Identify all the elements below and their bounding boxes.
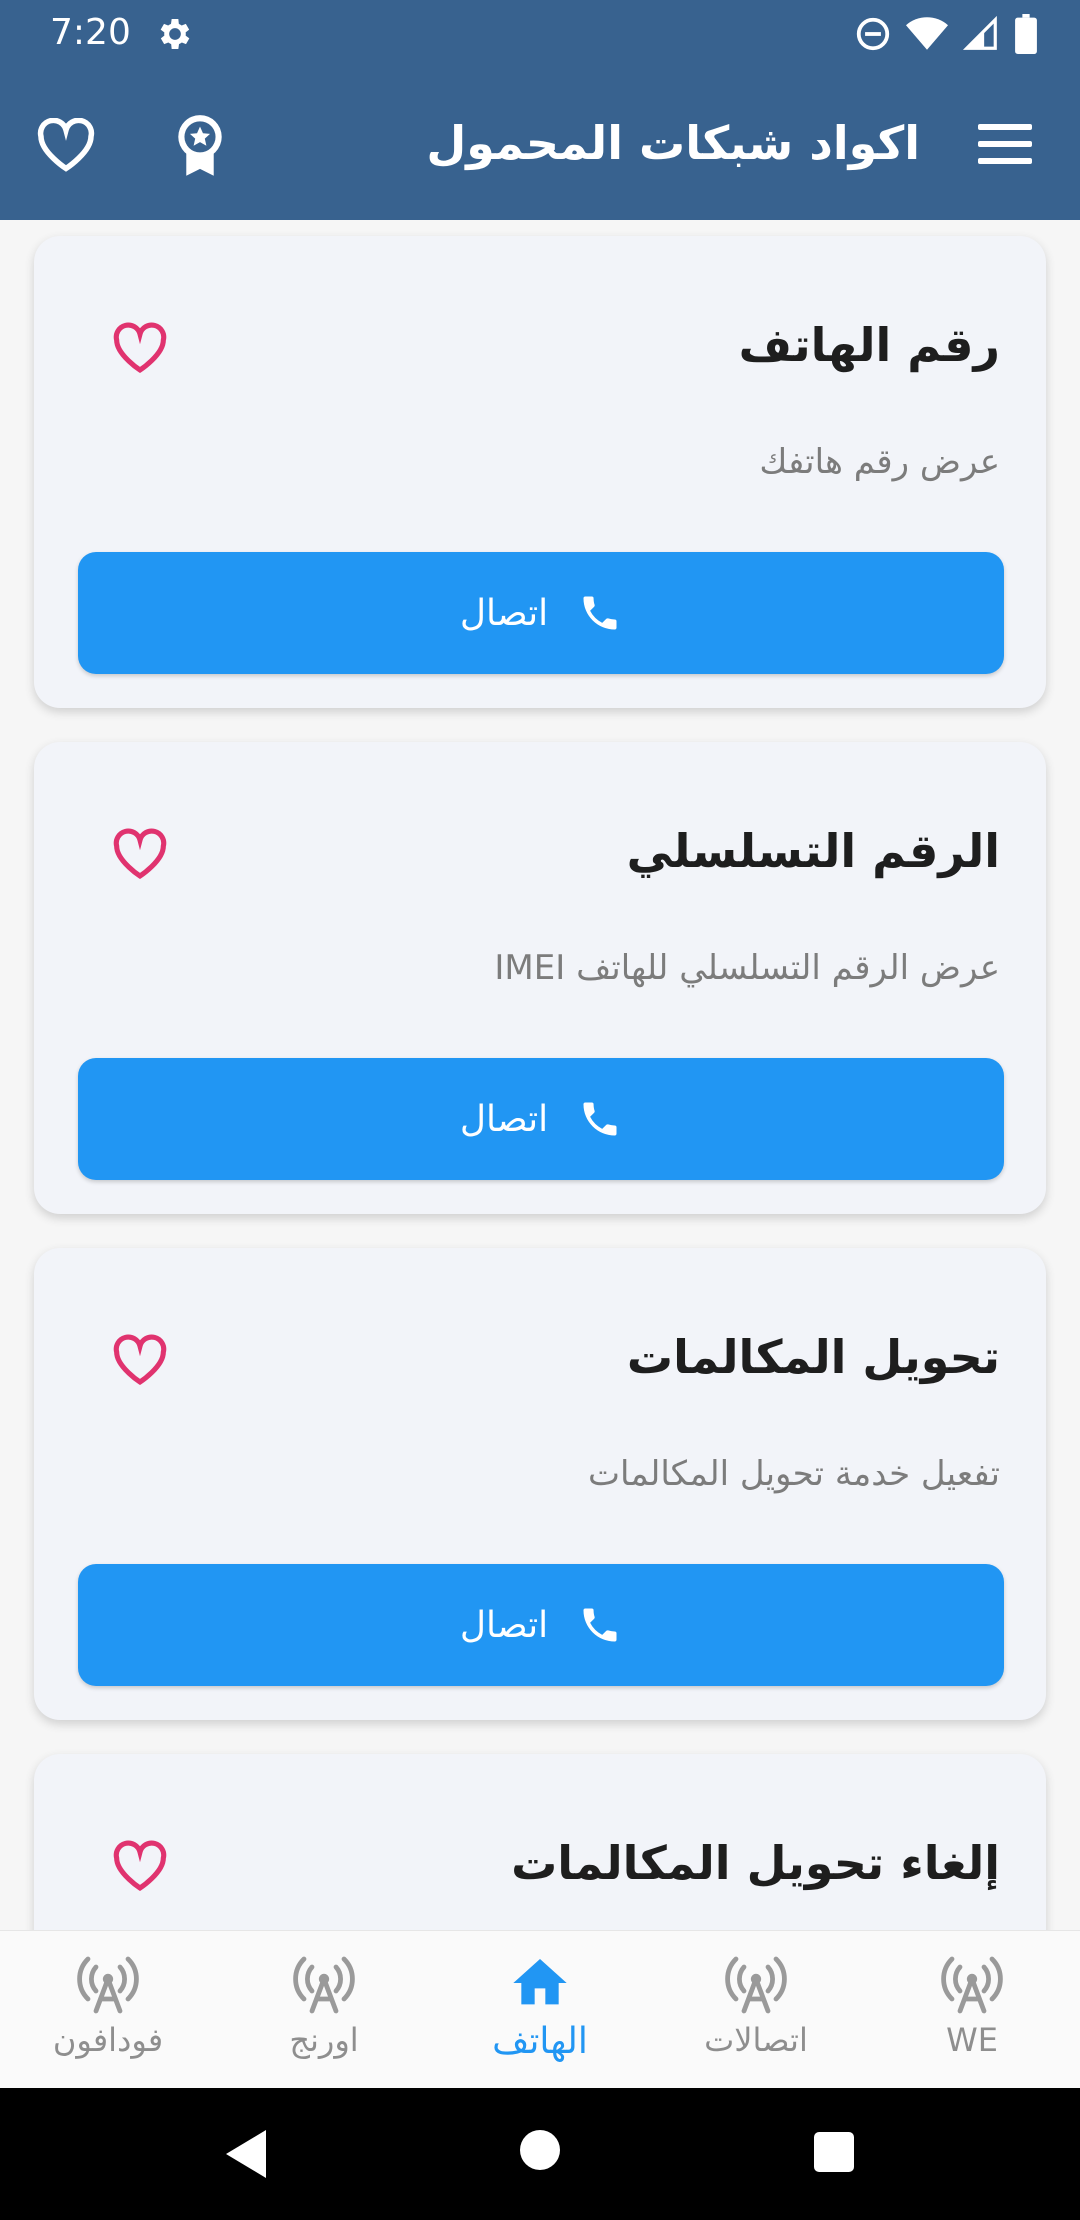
antenna-icon	[293, 1956, 355, 2014]
app-title: اكواد شبكات المحمول	[426, 116, 920, 170]
antenna-icon	[725, 1956, 787, 2014]
call-button-label: اتصال	[459, 592, 549, 634]
cell-signal-icon	[962, 15, 997, 50]
code-card: تحويل المكالمات تفعيل خدمة تحويل المكالم…	[34, 1248, 1046, 1720]
favorite-heart-icon[interactable]	[112, 1334, 168, 1388]
status-icons	[854, 14, 1038, 54]
codes-list[interactable]: رقم الهاتف عرض رقم هاتفك اتصال الرقم الت…	[0, 220, 1080, 1930]
do-not-disturb-icon	[856, 17, 890, 51]
system-navigation-bar	[0, 2088, 1080, 2220]
call-button-label: اتصال	[459, 1098, 549, 1140]
app-bar: اكواد شبكات المحمول	[0, 66, 1080, 220]
wifi-icon	[906, 17, 948, 50]
phone-icon	[583, 1102, 617, 1136]
phone-icon	[583, 596, 617, 630]
antenna-icon	[941, 1956, 1003, 2014]
bottom-navigation: فودافون اورنج الهاتف اتصالات WE	[0, 1930, 1080, 2088]
card-title: رقم الهاتف	[738, 318, 1000, 372]
status-bar: 7:20	[0, 0, 1080, 66]
settings-gear-icon	[160, 19, 190, 49]
nav-label: فودافون	[52, 2021, 164, 2059]
nav-item-we[interactable]: WE	[864, 1931, 1080, 2089]
nav-item-etisalat[interactable]: اتصالات	[648, 1931, 864, 2089]
nav-item-orange[interactable]: اورنج	[216, 1931, 432, 2089]
code-card: إلغاء تحويل المكالمات	[34, 1754, 1046, 1930]
nav-item-vodafone[interactable]: فودافون	[0, 1931, 216, 2089]
home-circle-icon[interactable]	[520, 2130, 560, 2170]
back-triangle-icon[interactable]	[222, 2126, 270, 2182]
card-title: إلغاء تحويل المكالمات	[511, 1836, 1000, 1890]
status-time: 7:20	[50, 12, 131, 53]
screen: 7:20 اكواد شبكات المحمول رقم الهاتف عرض …	[0, 0, 1080, 2220]
favorite-heart-icon[interactable]	[112, 828, 168, 882]
card-description: عرض رقم هاتفك	[759, 442, 1000, 482]
nav-item-phone[interactable]: الهاتف	[432, 1931, 648, 2089]
card-description: تفعيل خدمة تحويل المكالمات	[588, 1454, 1000, 1494]
code-card: رقم الهاتف عرض رقم هاتفك اتصال	[34, 236, 1046, 708]
call-button[interactable]: اتصال	[78, 1058, 1004, 1180]
card-description: عرض الرقم التسلسلي للهاتف IMEI	[494, 948, 1000, 988]
nav-label: اتصالات	[704, 2021, 808, 2059]
nav-label: الهاتف	[492, 2021, 588, 2062]
favorite-heart-icon[interactable]	[112, 1840, 168, 1894]
favorite-heart-icon[interactable]	[112, 322, 168, 376]
call-button-label: اتصال	[459, 1604, 549, 1646]
home-icon	[513, 1959, 567, 2005]
battery-icon	[1015, 14, 1037, 54]
phone-icon	[583, 1608, 617, 1642]
card-title: الرقم التسلسلي	[626, 824, 1000, 878]
call-button[interactable]: اتصال	[78, 1564, 1004, 1686]
call-button[interactable]: اتصال	[78, 552, 1004, 674]
nav-label: WE	[946, 2021, 998, 2059]
recents-square-icon[interactable]	[814, 2132, 854, 2172]
award-badge-icon[interactable]	[172, 114, 228, 178]
nav-label: اورنج	[289, 2021, 359, 2059]
card-title: تحويل المكالمات	[626, 1330, 1000, 1384]
code-card: الرقم التسلسلي عرض الرقم التسلسلي للهاتف…	[34, 742, 1046, 1214]
antenna-icon	[77, 1956, 139, 2014]
favorites-heart-icon[interactable]	[36, 118, 96, 174]
hamburger-menu-icon[interactable]	[978, 122, 1032, 166]
